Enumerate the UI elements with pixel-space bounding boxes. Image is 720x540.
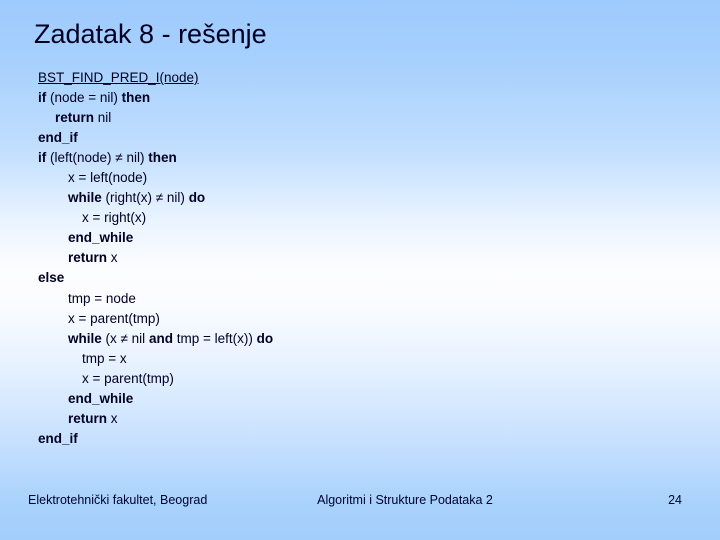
- code-keyword: return: [55, 110, 98, 126]
- code-line: if (node = nil) then: [38, 88, 678, 108]
- code-keyword: and: [148, 330, 177, 346]
- code-keyword: then: [148, 150, 177, 166]
- code-line: end_if: [38, 128, 678, 148]
- code-keyword: do: [188, 190, 206, 206]
- code-line: else: [38, 268, 678, 288]
- code-line: x = left(node): [38, 168, 678, 188]
- code-text: tmp = x: [82, 350, 127, 366]
- code-text: x = parent(tmp): [68, 310, 160, 326]
- code-line: return x: [38, 248, 678, 268]
- footer-page-number: 24: [668, 493, 682, 507]
- code-text: (node = nil): [50, 90, 122, 106]
- code-keyword: if: [38, 90, 50, 106]
- code-keyword: while: [68, 190, 106, 206]
- code-text: x = left(node): [68, 170, 148, 186]
- code-line: return x: [38, 409, 678, 429]
- code-text: x = parent(tmp): [82, 370, 174, 386]
- code-line: while (right(x) ≠ nil) do: [38, 188, 678, 208]
- code-line: x = parent(tmp): [38, 309, 678, 329]
- code-line: tmp = x: [38, 349, 678, 369]
- slide-footer: Elektrotehnički fakultet, Beograd Algori…: [0, 492, 720, 540]
- code-text: (x ≠ nil: [105, 330, 149, 346]
- code-line: x = right(x): [38, 208, 678, 228]
- code-text: x = right(x): [82, 210, 147, 226]
- code-keyword: do: [256, 330, 274, 346]
- code-line-list: if (node = nil) then return nil end_if if (…: [38, 88, 678, 449]
- slide-canvas: Zadatak 8 - rešenje BST_FIND_PRED_I(node…: [0, 0, 720, 540]
- code-line: tmp = node: [38, 289, 678, 309]
- code-line: if (left(node) ≠ nil) then: [38, 148, 678, 168]
- code-text: (left(node) ≠ nil): [50, 150, 149, 166]
- code-keyword: end_if: [38, 130, 78, 146]
- code-keyword: while: [68, 330, 106, 346]
- code-text: tmp = node: [68, 290, 136, 306]
- code-keyword: end_if: [38, 430, 78, 446]
- code-line: end_while: [38, 389, 678, 409]
- code-line: x = parent(tmp): [38, 369, 678, 389]
- code-line: end_if: [38, 429, 678, 449]
- code-line: end_while: [38, 228, 678, 248]
- code-keyword: if: [38, 150, 50, 166]
- code-keyword: end_while: [68, 390, 134, 406]
- pseudocode-block: BST_FIND_PRED_I(node) if (node = nil) th…: [38, 68, 678, 449]
- code-text: tmp = left(x)): [176, 330, 257, 346]
- footer-institution: Elektrotehnički fakultet, Beograd: [28, 493, 208, 507]
- code-keyword: then: [121, 90, 151, 106]
- code-line: return nil: [38, 108, 678, 128]
- code-text: (right(x) ≠ nil): [105, 190, 189, 206]
- code-keyword: return: [68, 410, 111, 426]
- procedure-signature: BST_FIND_PRED_I(node): [38, 70, 199, 85]
- page-title: Zadatak 8 - rešenje: [34, 19, 267, 49]
- footer-course: Algoritmi i Strukture Podataka 2: [317, 493, 493, 507]
- code-line: while (x ≠ nil and tmp = left(x)) do: [38, 329, 678, 349]
- code-keyword: return: [68, 250, 111, 266]
- code-text: x: [110, 250, 118, 266]
- code-line-signature: BST_FIND_PRED_I(node): [38, 68, 678, 88]
- code-text: x: [110, 410, 118, 426]
- code-keyword: else: [38, 270, 65, 286]
- code-text: nil: [97, 110, 112, 126]
- code-keyword: end_while: [68, 230, 134, 246]
